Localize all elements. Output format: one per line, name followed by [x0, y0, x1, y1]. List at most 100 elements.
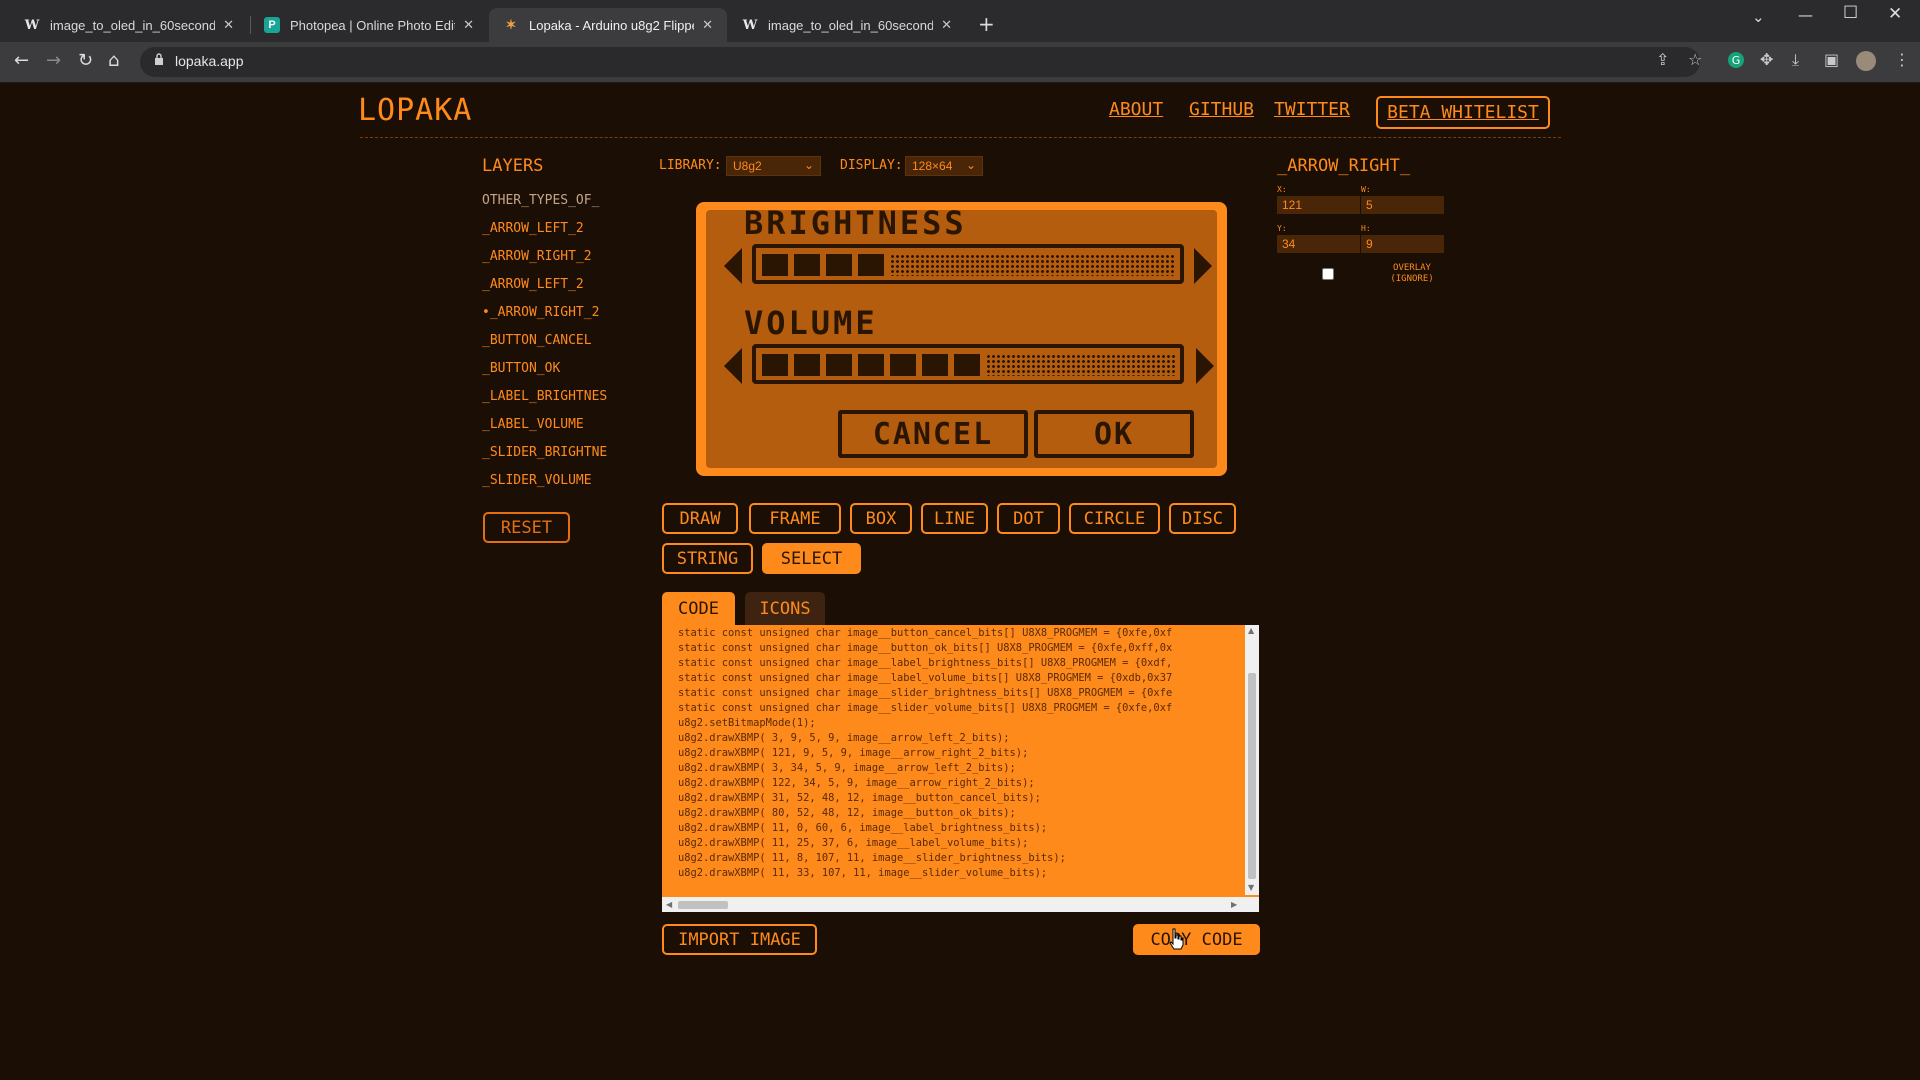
- tool-string-button[interactable]: STRING: [662, 543, 753, 574]
- scrollbar-thumb[interactable]: [1248, 673, 1256, 879]
- nav-about-link[interactable]: ABOUT: [1109, 99, 1163, 120]
- h-label: H:: [1361, 224, 1371, 233]
- profile-avatar[interactable]: [1856, 51, 1876, 71]
- browser-tab-2[interactable]: P Photopea | Online Photo Editor ✕: [250, 8, 488, 42]
- tool-dot-button[interactable]: DOT: [997, 503, 1060, 534]
- tool-box-button[interactable]: BOX: [850, 503, 912, 534]
- tab-search-chevron-icon[interactable]: ⌄: [1752, 8, 1765, 26]
- tab-title: image_to_oled_in_60seconds__up: [50, 17, 216, 33]
- slider-segment: [794, 254, 820, 276]
- code-output[interactable]: static const unsigned char image__button…: [662, 625, 1259, 912]
- code-text[interactable]: static const unsigned char image__button…: [678, 626, 1238, 894]
- layer-item[interactable]: _SLIDER_BRIGHTNE: [482, 445, 620, 460]
- url-bar[interactable]: lopaka.app: [140, 47, 1700, 77]
- volume-label[interactable]: VOLUME: [744, 304, 878, 342]
- reset-button[interactable]: RESET: [483, 512, 570, 543]
- oled-screen[interactable]: BRIGHTNESS VOLUME CANCEL OK: [706, 210, 1217, 468]
- side-panel-icon[interactable]: ▣: [1824, 50, 1839, 69]
- slider-segment: [954, 354, 980, 376]
- scroll-up-icon[interactable]: ▲: [1248, 626, 1254, 635]
- more-menu-icon[interactable]: ⋮: [1894, 50, 1910, 69]
- volume-slider[interactable]: [752, 344, 1184, 384]
- close-window-icon[interactable]: ✕: [1888, 4, 1902, 24]
- lock-icon: [155, 53, 163, 65]
- reload-icon[interactable]: ↻: [78, 50, 93, 71]
- tab-code[interactable]: CODE: [662, 592, 735, 625]
- back-icon[interactable]: ←: [14, 50, 29, 71]
- close-icon[interactable]: ✕: [223, 17, 234, 33]
- scroll-left-icon[interactable]: ◀: [666, 900, 672, 909]
- layer-item[interactable]: _ARROW_LEFT_2: [482, 221, 620, 236]
- slider-segment: [922, 354, 948, 376]
- oled-ok-button[interactable]: OK: [1034, 410, 1194, 458]
- new-tab-icon[interactable]: +: [978, 12, 995, 36]
- forward-icon[interactable]: →: [46, 50, 61, 71]
- layer-item[interactable]: _LABEL_VOLUME: [482, 417, 620, 432]
- scroll-right-icon[interactable]: ▶: [1231, 900, 1237, 909]
- horizontal-scrollbar[interactable]: ◀ ▶: [662, 897, 1259, 912]
- layer-item[interactable]: OTHER_TYPES_OF_: [482, 193, 620, 208]
- tool-frame-button[interactable]: FRAME: [749, 503, 841, 534]
- tool-draw-button[interactable]: DRAW: [662, 503, 738, 534]
- arrow-left-icon[interactable]: [724, 248, 742, 284]
- vertical-scrollbar[interactable]: ▲ ▼: [1245, 625, 1259, 895]
- browser-tab-1[interactable]: W image_to_oled_in_60seconds__up ✕: [10, 8, 248, 42]
- minimize-icon[interactable]: —: [1798, 6, 1813, 24]
- extensions-puzzle-icon[interactable]: ✥: [1760, 50, 1773, 69]
- grammarly-icon[interactable]: G: [1728, 52, 1744, 68]
- library-select[interactable]: U8g2 ⌄: [726, 156, 821, 176]
- wikipedia-icon: W: [24, 17, 40, 33]
- browser-toolbar: ← → ↻ ⌂ lopaka.app: [0, 42, 1920, 83]
- x-input[interactable]: 121: [1277, 196, 1360, 214]
- overlay-checkbox[interactable]: [1322, 268, 1334, 280]
- home-icon[interactable]: ⌂: [108, 50, 119, 71]
- copy-code-button[interactable]: COPY CODE: [1133, 924, 1260, 955]
- slider-segment: [858, 254, 884, 276]
- tool-disc-button[interactable]: DISC: [1169, 503, 1236, 534]
- import-image-button[interactable]: IMPORT IMAGE: [662, 924, 817, 955]
- scrollbar-thumb[interactable]: [678, 901, 728, 909]
- layer-item[interactable]: _ARROW_LEFT_2: [482, 277, 620, 292]
- close-icon[interactable]: ✕: [941, 17, 952, 33]
- layer-item-selected[interactable]: •_ARROW_RIGHT_2: [482, 305, 620, 320]
- slider-track: [890, 254, 1176, 276]
- arrow-right-icon[interactable]: [1196, 348, 1214, 384]
- tool-line-button[interactable]: LINE: [921, 503, 988, 534]
- header-divider: [360, 137, 1561, 138]
- overlay-label: OVERLAY (IGNORE): [1390, 263, 1434, 284]
- browser-tab-3-active[interactable]: ✶ Lopaka - Arduino u8g2 Flipper Z ✕: [489, 8, 727, 42]
- nav-twitter-link[interactable]: TWITTER: [1274, 99, 1350, 120]
- browser-tab-4[interactable]: W image_to_oled_in_60seconds__up ✕: [728, 8, 966, 42]
- display-select[interactable]: 128×64 ⌄: [905, 156, 983, 176]
- chevron-down-icon: ⌄: [965, 158, 976, 172]
- y-input[interactable]: 34: [1277, 235, 1360, 253]
- tab-icons[interactable]: ICONS: [745, 592, 825, 625]
- layer-item[interactable]: _ARROW_RIGHT_2: [482, 249, 620, 264]
- close-icon[interactable]: ✕: [702, 17, 713, 33]
- scroll-down-icon[interactable]: ▼: [1248, 883, 1254, 892]
- nav-github-link[interactable]: GITHUB: [1189, 99, 1254, 120]
- arrow-left-icon[interactable]: [724, 348, 742, 384]
- layer-item[interactable]: _BUTTON_OK: [482, 361, 620, 376]
- arrow-right-icon[interactable]: [1194, 248, 1212, 284]
- download-icon[interactable]: ⤓: [1792, 50, 1799, 70]
- oled-canvas[interactable]: BRIGHTNESS VOLUME CANCEL OK: [696, 202, 1227, 476]
- share-icon[interactable]: ⇪: [1656, 50, 1669, 69]
- w-input[interactable]: 5: [1361, 196, 1444, 214]
- slider-segment: [858, 354, 884, 376]
- brightness-slider[interactable]: [752, 244, 1184, 284]
- oled-cancel-button[interactable]: CANCEL: [838, 410, 1028, 458]
- x-label: X:: [1277, 185, 1287, 194]
- brightness-label[interactable]: BRIGHTNESS: [744, 210, 967, 242]
- bookmark-star-icon[interactable]: ☆: [1688, 50, 1702, 69]
- close-icon[interactable]: ✕: [463, 17, 474, 33]
- layer-item[interactable]: _SLIDER_VOLUME: [482, 473, 620, 488]
- tool-select-button[interactable]: SELECT: [762, 543, 861, 574]
- beta-whitelist-button[interactable]: BETA WHITELIST: [1376, 96, 1550, 129]
- layer-item[interactable]: _BUTTON_CANCEL: [482, 333, 620, 348]
- layer-item[interactable]: _LABEL_BRIGHTNES: [482, 389, 620, 404]
- tool-circle-button[interactable]: CIRCLE: [1069, 503, 1160, 534]
- maximize-icon[interactable]: ☐: [1843, 3, 1858, 23]
- lopaka-logo[interactable]: LOPAKA: [358, 93, 472, 128]
- h-input[interactable]: 9: [1361, 235, 1444, 253]
